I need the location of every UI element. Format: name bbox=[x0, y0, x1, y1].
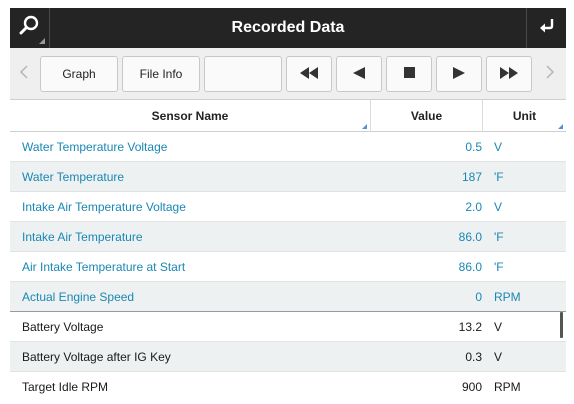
stop-button[interactable] bbox=[386, 56, 432, 92]
sensor-unit-cell: V bbox=[494, 320, 503, 334]
chevron-left-icon bbox=[19, 64, 29, 85]
page-title: Recorded Data bbox=[231, 19, 345, 36]
rewind-button[interactable] bbox=[286, 56, 332, 92]
vertical-scrollbar[interactable] bbox=[560, 312, 563, 338]
sensor-table-body: Water Temperature Voltage 0.5 V Water Te… bbox=[10, 132, 566, 398]
table-row[interactable]: Battery Voltage after IG Key 0.3 V bbox=[10, 342, 566, 372]
sensor-name-cell: Target Idle RPM bbox=[22, 380, 109, 394]
return-arrow-icon bbox=[537, 16, 557, 41]
sensor-unit-cell: 'F bbox=[494, 260, 504, 274]
table-row[interactable]: Battery Voltage 13.2 V bbox=[10, 312, 566, 342]
sensor-name-cell: Battery Voltage after IG Key bbox=[22, 350, 171, 364]
scroll-right-button[interactable] bbox=[540, 62, 560, 86]
sensor-unit-cell: RPM bbox=[494, 290, 521, 304]
sensor-name-cell: Air Intake Temperature at Start bbox=[22, 260, 186, 274]
toolbar: Graph File Info bbox=[10, 48, 566, 100]
table-row[interactable]: Intake Air Temperature Voltage 2.0 V bbox=[10, 192, 566, 222]
stop-icon bbox=[403, 67, 415, 81]
fast-forward-icon bbox=[500, 66, 518, 82]
back-button[interactable] bbox=[526, 8, 566, 48]
sensor-unit-cell: V bbox=[494, 200, 503, 214]
table-row[interactable]: Actual Engine Speed 0 RPM bbox=[10, 282, 566, 312]
table-row[interactable]: Water Temperature 187 'F bbox=[10, 162, 566, 192]
table-row[interactable]: Air Intake Temperature at Start 86.0 'F bbox=[10, 252, 566, 282]
sensor-unit-cell: V bbox=[494, 140, 503, 154]
file-info-button[interactable]: File Info bbox=[122, 56, 200, 92]
play-icon bbox=[453, 66, 465, 82]
sensor-name-cell: Water Temperature bbox=[22, 170, 125, 184]
sensor-value-cell: 900 bbox=[461, 380, 482, 394]
sensor-name-cell: Battery Voltage bbox=[22, 320, 104, 334]
sensor-value-cell: 0 bbox=[475, 290, 482, 304]
corner-indicator bbox=[39, 38, 45, 44]
sensor-name-cell: Intake Air Temperature bbox=[22, 230, 143, 244]
step-back-button[interactable] bbox=[336, 56, 382, 92]
fast-forward-button[interactable] bbox=[486, 56, 532, 92]
play-reverse-icon bbox=[353, 66, 365, 82]
scroll-left-button[interactable] bbox=[14, 62, 34, 86]
rewind-icon bbox=[300, 66, 318, 82]
chevron-right-icon bbox=[545, 64, 555, 85]
table-row[interactable]: Intake Air Temperature 86.0 'F bbox=[10, 222, 566, 252]
sensor-value-cell: 86.0 bbox=[458, 260, 482, 274]
sensor-name-cell: Intake Air Temperature Voltage bbox=[22, 200, 186, 214]
sensor-unit-cell: RPM bbox=[494, 380, 521, 394]
sort-indicator-icon bbox=[558, 124, 563, 129]
column-header-value[interactable]: Value bbox=[370, 100, 482, 132]
column-header-label: Unit bbox=[512, 109, 537, 123]
column-header-label: Sensor Name bbox=[151, 109, 229, 123]
column-header-sensor-name[interactable]: Sensor Name bbox=[10, 100, 370, 132]
graph-button[interactable]: Graph bbox=[40, 56, 118, 92]
sensor-name-cell: Actual Engine Speed bbox=[22, 290, 135, 304]
sensor-unit-cell: V bbox=[494, 350, 503, 364]
sensor-name-cell: Water Temperature Voltage bbox=[22, 140, 168, 154]
table-row[interactable]: Target Idle RPM 900 RPM bbox=[10, 372, 566, 398]
sensor-value-cell: 2.0 bbox=[465, 200, 482, 214]
sensor-value-cell: 0.5 bbox=[465, 140, 482, 154]
sensor-unit-cell: 'F bbox=[494, 170, 504, 184]
title-bar: Recorded Data bbox=[10, 8, 566, 48]
table-header: Sensor Name Value Unit bbox=[10, 100, 566, 132]
sensor-unit-cell: 'F bbox=[494, 230, 504, 244]
sensor-value-cell: 86.0 bbox=[458, 230, 482, 244]
column-header-label: Value bbox=[410, 109, 443, 123]
sensor-value-cell: 0.3 bbox=[465, 350, 482, 364]
sort-indicator-icon bbox=[362, 124, 367, 129]
search-icon bbox=[19, 15, 41, 42]
column-header-unit[interactable]: Unit bbox=[482, 100, 566, 132]
search-button[interactable] bbox=[10, 8, 50, 48]
sensor-value-cell: 13.2 bbox=[458, 320, 482, 334]
recorded-data-window: Recorded Data Graph File Info Sensor Nam… bbox=[10, 8, 566, 398]
play-button[interactable] bbox=[436, 56, 482, 92]
sensor-value-cell: 187 bbox=[461, 170, 482, 184]
table-row[interactable]: Water Temperature Voltage 0.5 V bbox=[10, 132, 566, 162]
blank-button[interactable] bbox=[204, 56, 282, 92]
